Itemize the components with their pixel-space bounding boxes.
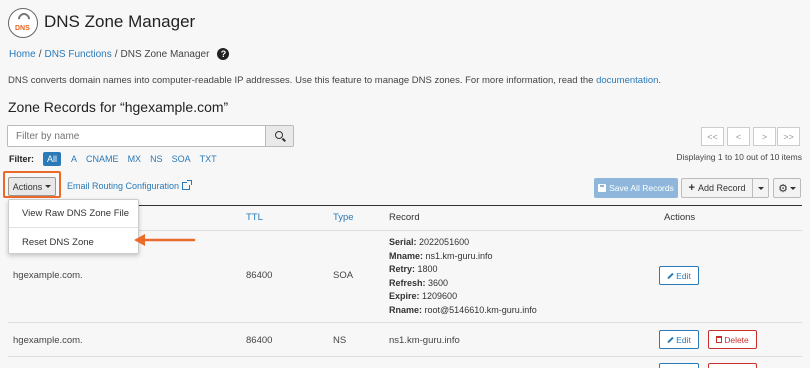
settings-button[interactable]: ⚙ bbox=[773, 178, 801, 198]
breadcrumb-home-link[interactable]: Home bbox=[9, 49, 36, 60]
soa-retry: Retry: 1800 bbox=[389, 264, 438, 274]
filter-label: Filter: bbox=[9, 154, 35, 164]
record-ttl: 86400 bbox=[246, 335, 273, 346]
soa-rname: Rname: root@5146610.km-guru.info bbox=[389, 304, 537, 315]
search-input[interactable] bbox=[7, 125, 266, 147]
breadcrumb: Home / DNS Functions / DNS Zone Manager … bbox=[9, 48, 230, 60]
soa-record-details: Serial: 2022051600 Mname: ns1.km-guru.in… bbox=[389, 236, 537, 317]
help-icon[interactable]: ? bbox=[217, 48, 230, 60]
record-value: ns1.km-guru.info bbox=[389, 335, 460, 346]
edit-button-partial[interactable] bbox=[659, 363, 699, 368]
pagination-prev-button[interactable]: < bbox=[727, 127, 750, 146]
edit-label: Edit bbox=[676, 270, 691, 281]
arrow-icon bbox=[134, 234, 196, 246]
trash-icon bbox=[716, 336, 723, 343]
add-record-label: Add Record bbox=[697, 183, 746, 193]
pagination-info: Displaying 1 to 10 out of 10 items bbox=[676, 152, 802, 162]
search-button[interactable] bbox=[265, 125, 294, 147]
documentation-link[interactable]: documentation bbox=[596, 75, 658, 86]
page-description: DNS converts domain names into computer-… bbox=[8, 75, 661, 86]
filter-mx[interactable]: MX bbox=[128, 154, 142, 164]
actions-dropdown-menu: View Raw DNS Zone File Reset DNS Zone bbox=[8, 199, 139, 254]
pagination-first-button[interactable]: << bbox=[701, 127, 724, 146]
soa-refresh: Refresh: 3600 bbox=[389, 277, 449, 288]
save-icon bbox=[598, 184, 607, 192]
filter-ns[interactable]: NS bbox=[150, 154, 163, 164]
soa-serial: Serial: 2022051600 bbox=[389, 237, 470, 247]
page-title: DNS Zone Manager bbox=[44, 12, 196, 31]
filter-txt[interactable]: TXT bbox=[200, 154, 217, 164]
row-divider bbox=[8, 322, 802, 323]
actions-button-label: Actions bbox=[12, 181, 43, 192]
description-period: . bbox=[658, 75, 662, 86]
column-header-actions: Actions bbox=[664, 212, 696, 223]
edit-label: Edit bbox=[676, 334, 691, 345]
pencil-icon bbox=[667, 336, 674, 343]
gear-icon: ⚙ bbox=[778, 182, 788, 195]
filter-soa[interactable]: SOA bbox=[172, 154, 191, 164]
chevron-down-icon bbox=[757, 186, 764, 190]
delete-label: Delete bbox=[724, 334, 749, 345]
filter-cname[interactable]: CNAME bbox=[86, 154, 119, 164]
email-routing-label: Email Routing Configuration bbox=[67, 181, 180, 191]
pencil-icon bbox=[667, 272, 674, 279]
delete-button-partial[interactable] bbox=[708, 363, 757, 368]
menu-item-view-raw-zone[interactable]: View Raw DNS Zone File bbox=[22, 208, 129, 219]
soa-mname: Mname: ns1.km-guru.info bbox=[389, 250, 493, 261]
section-title: Zone Records for “hgexample.com” bbox=[8, 99, 229, 115]
record-name: hgexample.com. bbox=[13, 270, 83, 281]
column-header-record: Record bbox=[389, 212, 420, 223]
record-ttl: 86400 bbox=[246, 270, 273, 281]
add-record-button[interactable]: + Add Record bbox=[681, 178, 753, 198]
breadcrumb-current: DNS Zone Manager bbox=[120, 48, 210, 60]
save-all-label: Save All Records bbox=[609, 183, 674, 193]
breadcrumb-dns-functions-link[interactable]: DNS Functions bbox=[44, 49, 111, 60]
actions-button[interactable]: Actions bbox=[8, 177, 56, 196]
chevron-down-icon bbox=[789, 186, 796, 190]
breadcrumb-separator: / bbox=[38, 48, 42, 60]
record-type: NS bbox=[333, 335, 347, 346]
search-icon bbox=[275, 131, 283, 139]
edit-button[interactable]: Edit bbox=[659, 266, 699, 285]
record-name: hgexample.com. bbox=[13, 335, 83, 346]
add-record-dropdown-toggle[interactable] bbox=[752, 178, 769, 198]
chevron-down-icon bbox=[45, 185, 52, 188]
breadcrumb-separator: / bbox=[114, 48, 118, 60]
delete-button[interactable]: Delete bbox=[708, 330, 757, 349]
save-all-records-button[interactable]: Save All Records bbox=[594, 178, 678, 198]
record-type: SOA bbox=[333, 270, 354, 281]
email-routing-link[interactable]: Email Routing Configuration bbox=[67, 180, 193, 191]
filter-all[interactable]: All bbox=[43, 152, 62, 166]
menu-divider bbox=[9, 227, 138, 228]
column-header-ttl[interactable]: TTL bbox=[246, 212, 263, 223]
pagination-next-button[interactable]: > bbox=[753, 127, 776, 146]
external-link-icon bbox=[182, 180, 193, 190]
row-divider bbox=[8, 356, 802, 357]
filter-a[interactable]: A bbox=[71, 154, 77, 164]
filter-bar: Filter: All A CNAME MX NS SOA TXT bbox=[9, 152, 217, 166]
pagination-last-button[interactable]: >> bbox=[777, 127, 800, 146]
plus-icon: + bbox=[688, 182, 695, 194]
dns-logo-icon: DNS bbox=[8, 8, 38, 38]
column-header-type[interactable]: Type bbox=[333, 212, 354, 223]
soa-expire: Expire: 1209600 bbox=[389, 291, 458, 301]
edit-button[interactable]: Edit bbox=[659, 330, 699, 349]
description-text: DNS converts domain names into computer-… bbox=[8, 75, 597, 86]
menu-item-reset-zone[interactable]: Reset DNS Zone bbox=[22, 237, 94, 248]
